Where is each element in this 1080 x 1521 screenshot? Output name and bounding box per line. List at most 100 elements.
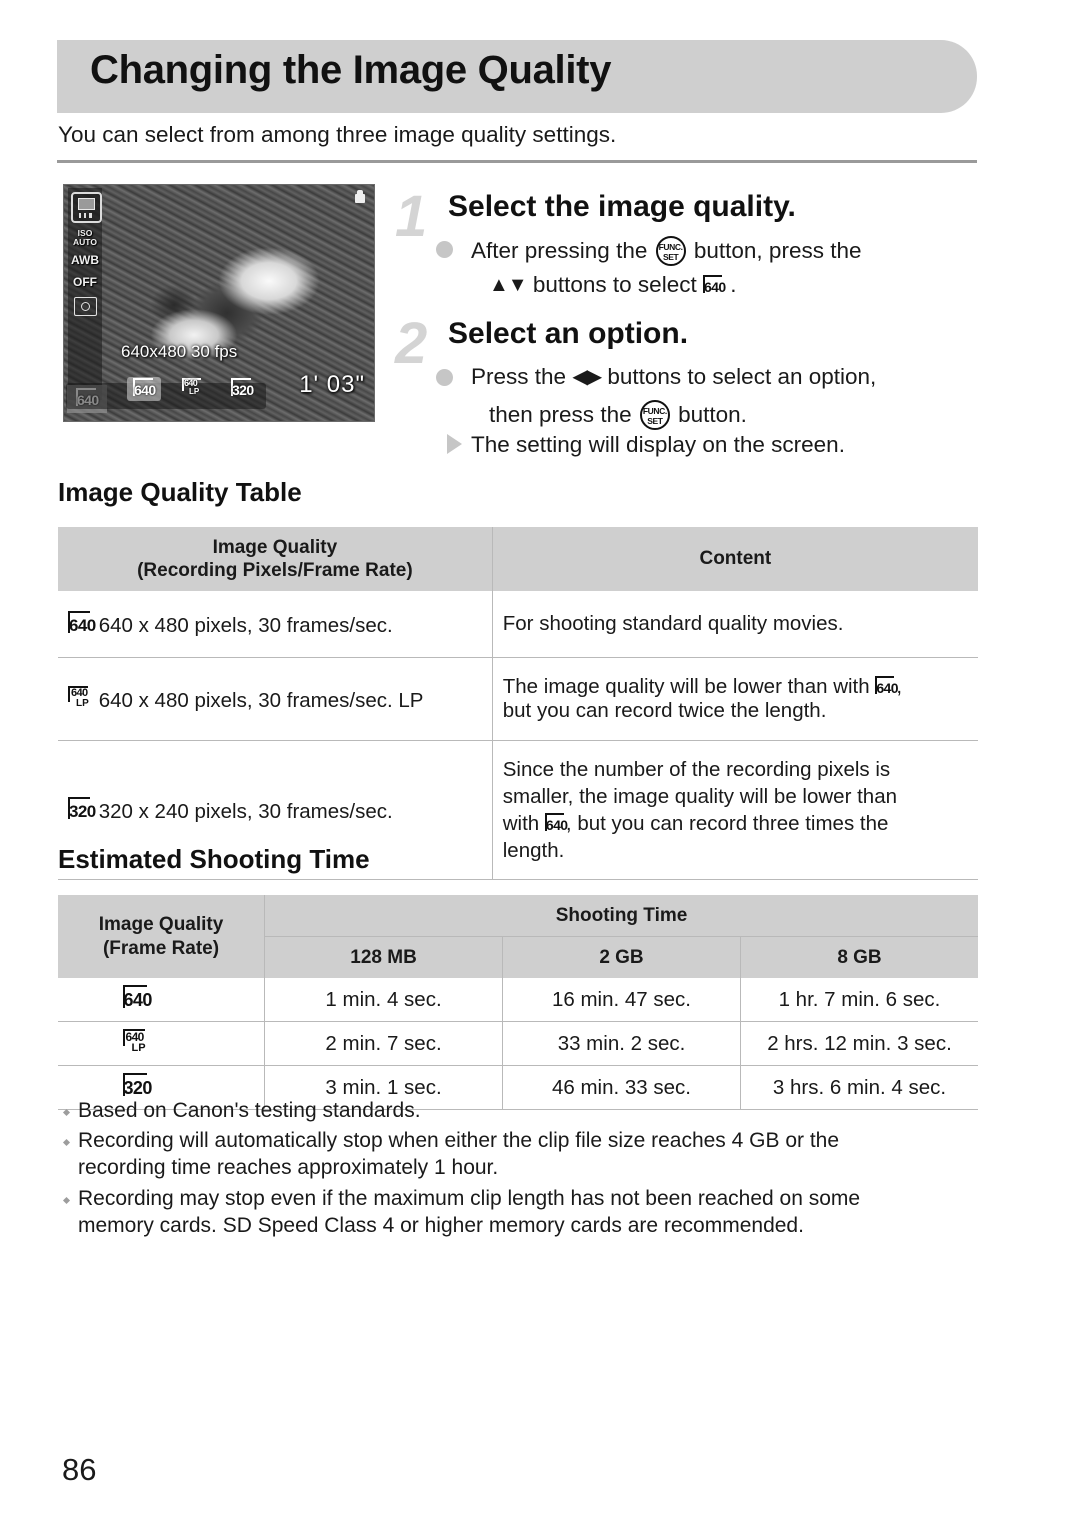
quality-cell-640: 640 640 x 480 pixels, 30 frames/sec. <box>58 591 493 658</box>
step-2-line-2: then press the FUNC. SET button. <box>489 400 747 430</box>
lcd-option-640-lp[interactable]: 640 LP <box>176 377 210 401</box>
col-header-line-1: Image Quality <box>98 914 224 936</box>
content-cell-640lp: The image quality will be lower than wit… <box>492 657 978 741</box>
col-header-image-quality: Image Quality (Recording Pixels/Frame Ra… <box>58 527 493 591</box>
intro-text: You can select from among three image qu… <box>58 122 617 147</box>
content-text-2: but you can record twice the length. <box>502 699 827 722</box>
page-title: Changing the Image Quality <box>90 48 612 92</box>
quality-spec: 640 x 480 pixels, 30 frames/sec. LP <box>98 688 424 712</box>
table-row: 640 640 x 480 pixels, 30 frames/sec. For… <box>58 591 978 658</box>
time-cell: 2 hrs. 12 min. 3 sec. <box>740 1021 978 1066</box>
step-1-line-1-pre: After pressing the <box>471 238 648 263</box>
lcd-option-640[interactable]: 640 <box>127 377 161 401</box>
time-remaining-readout: 1' 03" <box>299 371 365 398</box>
page-number: 86 <box>62 1452 97 1487</box>
white-balance-icon: AWB <box>71 253 99 267</box>
col-header-2gb: 2 GB <box>502 936 741 978</box>
step-1-line-1-mid: button, press the <box>693 238 862 263</box>
step-1-line-2-post: . <box>730 272 737 297</box>
table-row: 640 LP 640 x 480 pixels, 30 frames/sec. … <box>58 657 978 741</box>
footnote-1: Based on Canon's testing standards. <box>78 1098 968 1125</box>
quality-badge-640-icon: 640 <box>875 676 899 698</box>
step-1-line-1: After pressing the FUNC. SET button, pres… <box>471 236 861 266</box>
step-2-line-1-pre: Press the <box>471 364 567 389</box>
footnote-line-2: recording time reaches approximately 1 h… <box>78 1155 499 1179</box>
quality-badge-640-icon: 640 <box>68 610 96 637</box>
step-2-result-arrow-icon <box>447 434 462 454</box>
quality-badge-320-icon: 320 <box>231 378 254 400</box>
left-right-arrows-icon: ◀▶ <box>572 366 602 388</box>
shooting-time-heading: Estimated Shooting Time <box>58 844 370 874</box>
step-1-number: 1 <box>395 184 428 249</box>
quality-badge-640-icon: 640 <box>133 378 156 400</box>
quality-spec: 640 x 480 pixels, 30 frames/sec. <box>98 613 393 637</box>
table-header-row: Image Quality (Recording Pixels/Frame Ra… <box>58 527 978 591</box>
quality-badge-320-icon: 320 <box>122 1073 153 1101</box>
badge-lp-label: LP <box>76 697 89 709</box>
badge-lp-label: LP <box>189 387 200 396</box>
quality-badge-640-icon: 640 <box>122 985 153 1013</box>
badge-number: 640 <box>545 817 568 833</box>
row-quality-640lp: 640 LP <box>58 1021 266 1066</box>
badge-number: 320 <box>123 1078 153 1098</box>
content-text-5: length. <box>502 839 565 863</box>
step-2-bullet-icon <box>436 369 453 386</box>
step-2-heading: Select an option. <box>448 317 689 350</box>
table-row: 640 LP 2 min. 7 sec. 33 min. 2 sec. 2 hr… <box>58 1021 978 1066</box>
content-text-4: , but you can record three times the <box>565 812 889 835</box>
footnote-3: Recording may stop even if the maximum c… <box>78 1186 968 1240</box>
quality-cell-640lp: 640 LP 640 x 480 pixels, 30 frames/sec. … <box>58 657 493 741</box>
step-2-line-3: The setting will display on the screen. <box>471 432 845 457</box>
iso-value: AUTO <box>73 237 97 247</box>
func-set-button-icon: FUNC. SET <box>655 236 686 266</box>
iso-icon: ISO AUTO <box>70 229 100 247</box>
quality-badge-640lp-icon: 640 LP <box>122 1029 150 1057</box>
time-cell: 16 min. 47 sec. <box>502 978 741 1022</box>
step-2-line-2-pre: then press the <box>489 402 632 427</box>
col-header-content: Content <box>492 527 978 591</box>
manual-page: Changing the Image Quality You can selec… <box>0 0 1080 1521</box>
badge-lp-label: LP <box>131 1042 146 1054</box>
col-header-image-quality: Image Quality (Frame Rate) <box>58 895 266 978</box>
step-1-line-2-mid: buttons to select <box>532 272 697 297</box>
table-header-row-group: Image Quality (Frame Rate) Shooting Time <box>58 895 978 978</box>
image-quality-table: Image Quality (Recording Pixels/Frame Ra… <box>58 527 978 880</box>
step-1-bullet-icon <box>436 241 453 258</box>
footnote-2: Recording will automatically stop when e… <box>78 1128 968 1182</box>
content-text: The image quality will be lower than wit… <box>502 675 870 698</box>
row-quality-640: 640 <box>58 978 266 1022</box>
table-row: 640 1 min. 4 sec. 16 min. 47 sec. 1 hr. … <box>58 978 978 1022</box>
func-set-button-icon: FUNC. SET <box>639 400 670 430</box>
time-cell: 1 min. 4 sec. <box>264 978 504 1022</box>
battery-icon <box>354 190 366 204</box>
quality-badge-640-icon: 640 <box>702 275 726 297</box>
content-text-2: smaller, the image quality will be lower… <box>502 784 897 808</box>
time-cell: 1 hr. 7 min. 6 sec. <box>740 978 978 1022</box>
step-1-line-2: ▲▼ buttons to select 640 . <box>489 272 737 298</box>
camera-screen-illustration: ISO AUTO AWB OFF 640 640x480 30 fps 640 … <box>63 184 375 422</box>
content-cell-320: Since the number of the recording pixels… <box>492 740 978 880</box>
up-down-arrows-icon: ▲▼ <box>489 274 528 296</box>
badge-number: 640 <box>134 382 156 398</box>
time-cell: 33 min. 2 sec. <box>502 1021 741 1066</box>
badge-number: 320 <box>69 801 96 821</box>
content-text-1: Since the number of the recording pixels… <box>502 757 891 781</box>
badge-number: 640 <box>69 615 96 635</box>
content-text: For shooting standard quality movies. <box>502 612 844 635</box>
flash-off-icon: OFF <box>73 275 97 289</box>
metering-mode-icon <box>74 297 97 316</box>
col-header-line-2: (Recording Pixels/Frame Rate) <box>137 560 413 581</box>
step-2-line-2-mid: button. <box>678 402 747 427</box>
content-cell-640: For shooting standard quality movies. <box>492 591 978 658</box>
badge-number: 640 <box>123 990 153 1010</box>
quality-badge-320-icon: 320 <box>68 796 96 823</box>
resolution-readout: 640x480 30 fps <box>121 342 238 361</box>
quality-spec: 320 x 240 pixels, 30 frames/sec. <box>98 799 393 823</box>
badge-number: 320 <box>232 382 254 398</box>
col-header-shooting-time: Shooting Time <box>264 895 978 937</box>
badge-number: 640 <box>876 680 898 696</box>
lcd-option-320[interactable]: 320 <box>225 377 259 401</box>
col-header-line-1: Image Quality <box>212 536 338 558</box>
quality-badge-640-icon: 640 <box>544 813 568 835</box>
col-header-128mb: 128 MB <box>264 936 504 978</box>
